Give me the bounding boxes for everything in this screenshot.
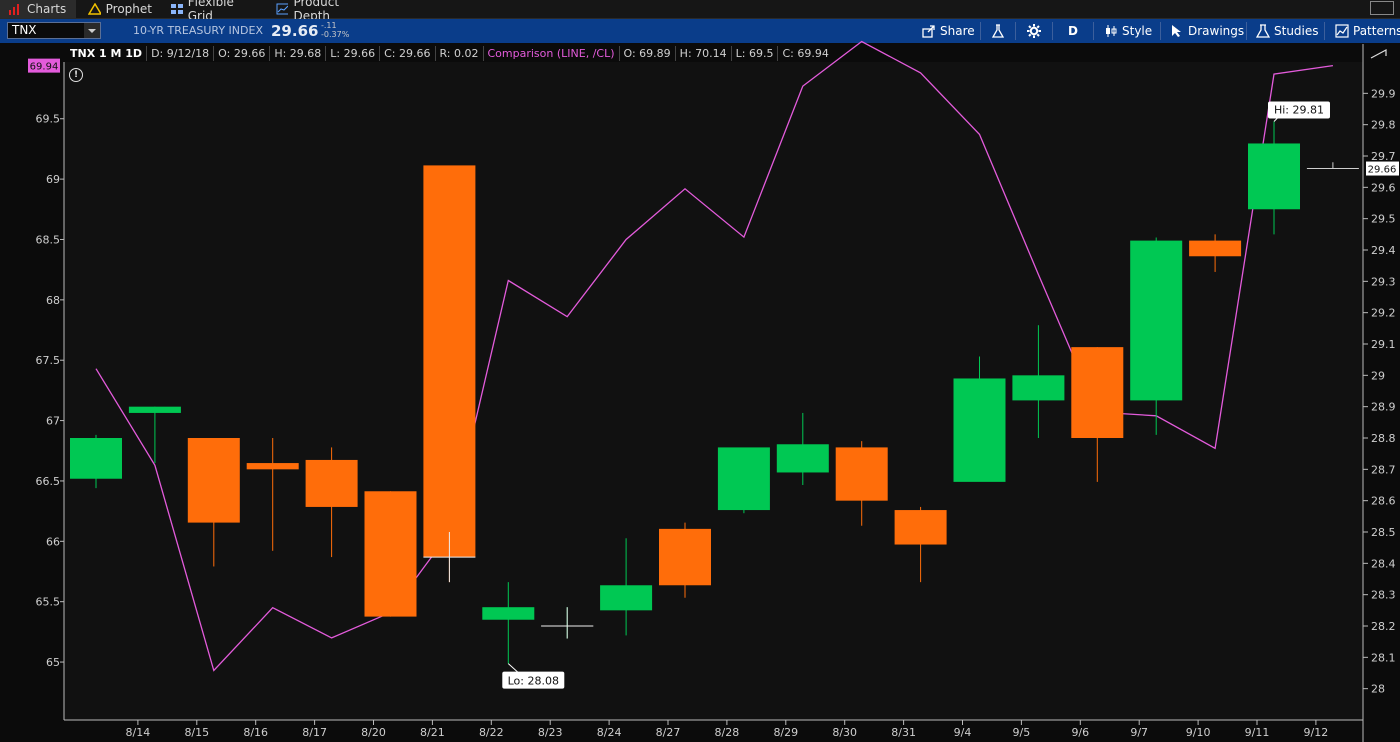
x-axis-label: 9/5: [1013, 726, 1031, 739]
candle-body: [128, 406, 181, 413]
x-axis-label: 8/30: [832, 726, 857, 739]
right-axis-label: 29: [1371, 369, 1385, 382]
info-low: L: 29.66: [326, 46, 381, 61]
info-close: C: 29.66: [380, 46, 436, 61]
right-axis-label: 28.5: [1371, 526, 1396, 539]
x-axis-label: 8/29: [773, 726, 798, 739]
right-axis-label: 28.3: [1371, 589, 1396, 602]
x-axis-label: 8/15: [184, 726, 209, 739]
right-axis-label: 28.8: [1371, 432, 1396, 445]
cmp-high: H: 70.14: [676, 46, 732, 61]
x-axis-label: 8/31: [891, 726, 916, 739]
candle-body: [1130, 240, 1183, 401]
x-axis-label: 8/14: [126, 726, 151, 739]
info-range: R: 0.02: [436, 46, 484, 61]
x-axis-label: 8/21: [420, 726, 445, 739]
x-axis-label: 8/20: [361, 726, 386, 739]
x-axis-label: 9/10: [1186, 726, 1211, 739]
candle-body: [1248, 143, 1300, 210]
candle-body: [305, 459, 358, 507]
left-axis-label: 67: [46, 415, 60, 428]
right-axis-label: 29.3: [1371, 275, 1396, 288]
right-axis-label: 28: [1371, 683, 1385, 696]
right-axis-label: 28.9: [1371, 401, 1396, 414]
left-axis-label: 67.5: [36, 354, 61, 367]
cmp-close: C: 69.94: [782, 47, 829, 60]
comparison-price-label: 69.94: [30, 62, 59, 73]
right-axis-label: 28.6: [1371, 495, 1396, 508]
x-axis-label: 8/27: [656, 726, 681, 739]
chart-title: TNX 1 M 1D: [66, 46, 148, 61]
right-axis-label: 28.4: [1371, 557, 1396, 570]
x-axis-label: 9/4: [954, 726, 972, 739]
x-axis-label: 8/28: [715, 726, 740, 739]
cmp-low: L: 69.5: [732, 46, 779, 61]
left-axis-label: 69.5: [36, 113, 61, 126]
right-axis-label: 29.9: [1371, 87, 1396, 100]
candle-body: [423, 165, 476, 558]
x-axis-label: 8/24: [597, 726, 622, 739]
info-open: O: 29.66: [214, 46, 271, 61]
x-axis-label: 9/7: [1130, 726, 1148, 739]
candle-body: [364, 491, 417, 617]
x-axis-label: 8/23: [538, 726, 563, 739]
info-high: H: 29.68: [270, 46, 327, 61]
candle-body: [953, 378, 1006, 482]
x-axis-label: 8/22: [479, 726, 504, 739]
left-axis-label: 65.5: [36, 596, 61, 609]
candle-body: [1012, 375, 1065, 401]
candle-body: [246, 463, 299, 470]
x-axis-label: 9/11: [1245, 726, 1270, 739]
right-axis-label: 29.5: [1371, 213, 1396, 226]
candle-body: [894, 510, 947, 545]
left-axis-label: 65: [46, 656, 60, 669]
right-axis-label: 28.7: [1371, 463, 1396, 476]
candle-body: [70, 438, 122, 479]
collapse-toggle-icon[interactable]: [1370, 49, 1387, 59]
last-price-label: 29.66: [1368, 165, 1397, 176]
left-axis-label: 66.5: [36, 475, 61, 488]
low-label: Lo: 28.08: [508, 675, 559, 688]
right-axis-label: 29.1: [1371, 338, 1396, 351]
x-axis-label: 8/17: [302, 726, 327, 739]
candle-body: [482, 607, 535, 620]
right-axis-label: 29.7: [1371, 150, 1396, 163]
x-axis-label: 9/6: [1071, 726, 1089, 739]
comparison-label[interactable]: Comparison (LINE, /CL): [484, 46, 620, 61]
candle-body: [600, 585, 653, 611]
x-axis-label: 8/16: [243, 726, 268, 739]
candle-body: [1189, 240, 1242, 257]
candle-body: [717, 447, 770, 511]
left-axis-label: 68: [46, 294, 60, 307]
right-axis-label: 29.2: [1371, 307, 1396, 320]
x-axis-label: 9/12: [1304, 726, 1329, 739]
right-axis-label: 28.2: [1371, 620, 1396, 633]
left-axis-label: 66: [46, 535, 60, 548]
right-axis-label: 28.1: [1371, 651, 1396, 664]
right-axis-label: 29.6: [1371, 181, 1396, 194]
candle-body: [659, 528, 711, 586]
cmp-open: O: 69.89: [620, 46, 676, 61]
info-date: D: 9/12/18: [147, 46, 215, 61]
left-axis-label: 68.5: [36, 233, 61, 246]
price-chart[interactable]: 28 28.1 28.2 28.3 28.4 28.5 28.6 28.7 28.8 28.9 29…: [0, 0, 1400, 742]
alert-icon[interactable]: !: [69, 68, 83, 82]
right-axis-label: 29.8: [1371, 119, 1396, 132]
candle-body: [835, 447, 888, 501]
high-label: Hi: 29.81: [1274, 104, 1324, 117]
candle-body: [1071, 347, 1124, 438]
left-axis-label: 69: [46, 173, 60, 186]
right-axis-label: 29.4: [1371, 244, 1396, 257]
study-info-bar: TNX 1 M 1D D: 9/12/18 O: 29.66 H: 29.68 …: [66, 45, 833, 62]
candle-body: [187, 438, 240, 523]
candle-body: [776, 444, 829, 473]
